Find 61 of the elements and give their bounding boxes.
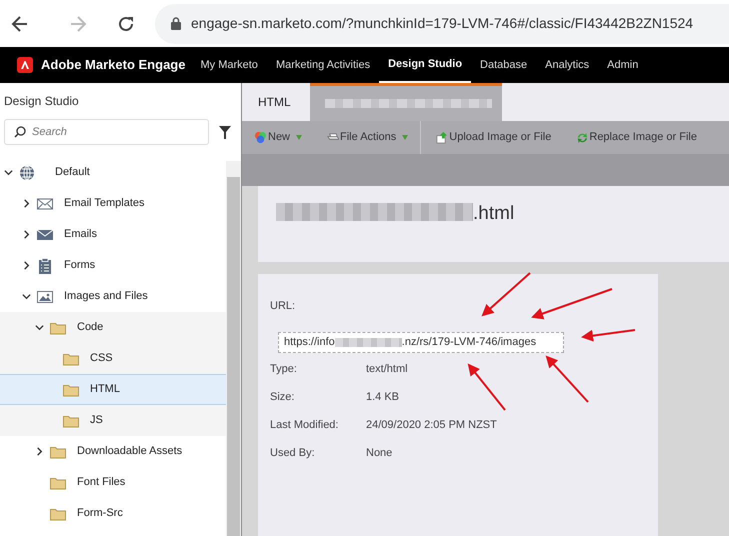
chevron-down-icon[interactable] [22,292,31,301]
annotation-arrow [581,329,636,342]
replace-icon [575,131,588,144]
envelope-outline-icon [37,196,53,212]
tree-item[interactable]: Font Files [0,467,226,498]
chevron-right-icon[interactable] [22,230,31,239]
tree-item[interactable]: Forms [0,250,226,281]
property-label: Type: [270,362,298,378]
tree-item[interactable]: HTML [0,374,226,405]
nav-item[interactable]: Database [471,47,536,83]
sidebar-title: Design Studio [4,93,80,110]
property-label: Used By: [270,446,316,462]
color-wheel-icon [254,131,267,144]
redacted-text [334,338,402,346]
property-value: 24/09/2020 2:05 PM NZST [366,418,497,434]
toolbar-button[interactable]: Upload Image or File [421,121,562,154]
property-value: text/html [366,362,408,378]
search-field[interactable]: Search [4,119,209,145]
tree-item[interactable]: Form-Src [0,498,226,529]
annotation-arrow [546,356,589,403]
property-label: Size: [270,390,296,406]
image-icon [37,288,53,304]
chevron-right-icon[interactable] [22,261,31,270]
url-text: engage-sn.marketo.com/?munchkinId=179-LVM-746#/classic/FI43442B2ZN1524 [191,14,694,33]
address-bar[interactable]: engage-sn.marketo.com/?munchkinId=179-LVM-746#/classic/FI43442B2ZN1524 [155,4,729,44]
nav-item[interactable]: My Marketo [191,47,267,83]
tree-item[interactable]: JS [0,405,226,436]
chevron-down-icon[interactable] [35,323,44,332]
tree-item[interactable]: Email Templates [0,188,226,219]
globe-icon [19,164,35,180]
tree-item[interactable]: Default [0,157,226,188]
annotation-arrow [468,363,506,411]
toolbar-button[interactable]: Replace Image or File [561,121,707,154]
adobe-logo-icon [17,57,33,73]
search-icon [14,126,26,138]
upload-icon [435,131,448,144]
toolbar-button[interactable]: New [242,121,302,154]
scrollbar[interactable] [226,161,241,536]
nav-item[interactable]: Analytics [536,47,598,83]
clipboard-icon [37,258,53,274]
chevron-right-icon[interactable] [22,199,31,208]
lock-icon [171,17,181,30]
property-value: 1.4 KB [366,390,400,406]
url-field[interactable]: https://info .nz/rs/179-LVM-746/images [278,332,564,352]
file-name: .html [473,202,514,226]
back-icon[interactable] [11,14,29,32]
chevron-down-icon[interactable] [4,168,13,177]
reload-icon[interactable] [117,14,135,32]
tree-item[interactable]: Code [0,312,226,343]
chevron-right-icon[interactable] [35,447,44,456]
tree-item[interactable]: Emails [0,219,226,250]
brand-name[interactable]: Adobe Marketo Engage [41,55,186,75]
nav-item[interactable]: Admin [598,47,648,83]
property-value: None [366,446,392,462]
tree-item[interactable]: Images and Files [0,281,226,312]
tree-item[interactable]: Downloadable Assets [0,436,226,467]
url-label: URL: [270,299,296,314]
property-label: Last Modified: [270,418,340,434]
filter-icon[interactable] [219,126,231,138]
nav-item[interactable]: Marketing Activities [266,47,380,83]
tree-item[interactable]: CSS [0,343,226,374]
